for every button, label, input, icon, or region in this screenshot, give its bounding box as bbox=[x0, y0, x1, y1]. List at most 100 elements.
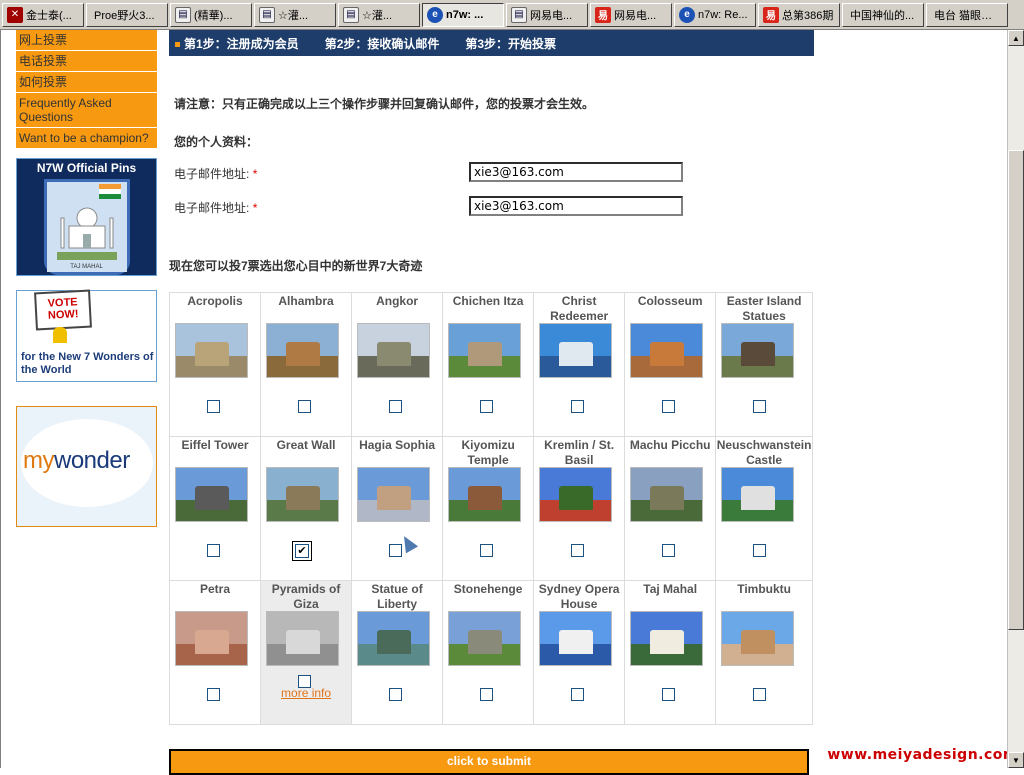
wonder-checkbox[interactable] bbox=[389, 400, 403, 413]
wonder-checkbox[interactable] bbox=[207, 400, 220, 413]
wonder-name: Christ Redeemer bbox=[550, 294, 609, 323]
taskbar-item[interactable]: e n7w: ... bbox=[422, 2, 504, 27]
wonder-photo[interactable] bbox=[539, 611, 613, 666]
wonder-cell: Statue of Liberty bbox=[351, 580, 444, 725]
menu-champion[interactable]: Want to be a champion? bbox=[16, 128, 157, 149]
wonder-checkbox[interactable] bbox=[207, 688, 220, 701]
wonder-checkbox[interactable] bbox=[571, 544, 585, 557]
wonder-photo[interactable] bbox=[630, 467, 704, 522]
wonder-photo[interactable] bbox=[448, 467, 522, 522]
document-icon: ▤ bbox=[343, 6, 359, 23]
wonder-cell: Great Wall ✔ bbox=[260, 436, 353, 581]
wonder-photo[interactable] bbox=[721, 323, 795, 378]
wonder-checkbox[interactable] bbox=[480, 400, 494, 413]
wonder-photo[interactable] bbox=[357, 611, 431, 666]
wonder-photo[interactable] bbox=[721, 467, 795, 522]
wonder-photo[interactable] bbox=[266, 323, 340, 378]
wonder-cell: Angkor bbox=[351, 292, 444, 437]
notice-text: 请注意：只有正确完成以上三个操作步骤并回复确认邮件，您的投票才会生效。 bbox=[174, 97, 595, 111]
menu-how-to-vote[interactable]: 如何投票 bbox=[16, 72, 157, 93]
taskbar-item[interactable]: Proe野火3... bbox=[86, 2, 168, 27]
wonder-photo[interactable] bbox=[266, 611, 340, 666]
wonder-checkbox[interactable] bbox=[571, 688, 585, 701]
wonder-checkbox[interactable] bbox=[298, 400, 312, 413]
wonder-photo[interactable] bbox=[357, 467, 431, 522]
mywonder-logo: mywonder bbox=[23, 447, 130, 474]
official-pins-banner[interactable]: N7W Official Pins TAJ MAHAL bbox=[16, 158, 157, 276]
step-2: 第2步：接收确认邮件 bbox=[324, 36, 440, 51]
person-icon bbox=[53, 327, 67, 343]
email-confirm-field[interactable] bbox=[469, 196, 683, 216]
wonder-checkbox[interactable] bbox=[571, 400, 585, 413]
wonder-photo[interactable] bbox=[357, 323, 431, 378]
wonder-photo[interactable] bbox=[630, 323, 704, 378]
wonder-name: Kremlin / St. Basil bbox=[544, 438, 615, 467]
wonder-photo[interactable] bbox=[448, 611, 522, 666]
wonder-checkbox[interactable] bbox=[662, 400, 676, 413]
wonder-checkbox[interactable] bbox=[389, 688, 403, 701]
vote-now-banner[interactable]: VOTE NOW! for the New 7 Wonders of the W… bbox=[16, 289, 157, 382]
wonder-photo[interactable] bbox=[175, 611, 248, 666]
wonder-photo[interactable] bbox=[448, 323, 522, 378]
wonder-photo[interactable] bbox=[721, 611, 795, 666]
step-1: 第1步：注册成为会员 bbox=[175, 35, 299, 52]
taskbar-item[interactable]: ▤ ☆灌... bbox=[254, 2, 336, 27]
wonder-checkbox[interactable] bbox=[662, 688, 676, 701]
email-confirm-label: 电子邮件地址: * bbox=[174, 201, 258, 215]
wonder-checkbox[interactable] bbox=[662, 544, 676, 557]
wonder-cell: Easter Island Statues bbox=[715, 292, 813, 437]
wonder-photo[interactable] bbox=[175, 467, 248, 522]
taskbar-item[interactable]: 中国神仙的... bbox=[842, 2, 924, 27]
taskbar-item[interactable]: ▤ (精華)... bbox=[170, 2, 252, 27]
wonder-name: Eiffel Tower bbox=[181, 438, 249, 452]
taskbar-item[interactable]: ✕ 金士泰(... bbox=[2, 2, 84, 27]
wonder-photo[interactable] bbox=[539, 467, 613, 522]
pins-caption: TAJ MAHAL bbox=[70, 264, 103, 270]
wonder-cell: Petra bbox=[168, 580, 262, 725]
wonder-photo[interactable] bbox=[630, 611, 704, 666]
wonder-photo[interactable] bbox=[539, 323, 613, 378]
vertical-scrollbar[interactable]: ▲ ▼ bbox=[1007, 30, 1024, 768]
taskbar-item[interactable]: 电台 猫眼宽频 bbox=[926, 2, 1008, 27]
pins-title: N7W Official Pins bbox=[36, 161, 137, 175]
wonder-cell: Acropolis bbox=[168, 292, 262, 437]
wonder-checkbox[interactable] bbox=[207, 544, 220, 557]
more-info-link[interactable]: more info bbox=[261, 686, 351, 700]
menu-faq[interactable]: Frequently Asked Questions bbox=[16, 93, 157, 128]
scroll-thumb[interactable] bbox=[1008, 150, 1024, 630]
wonder-name: Neuschwanstein Castle bbox=[716, 438, 812, 467]
menu-phone-vote[interactable]: 电话投票 bbox=[16, 51, 157, 72]
wonder-photo[interactable] bbox=[266, 467, 340, 522]
wonder-checkbox[interactable] bbox=[389, 544, 403, 557]
taskbar-item[interactable]: ▤ 网易电... bbox=[506, 2, 588, 27]
wonder-photo[interactable] bbox=[175, 323, 248, 378]
scroll-down-icon[interactable]: ▼ bbox=[1008, 752, 1024, 768]
taskbar-item[interactable]: e n7w: Re... bbox=[674, 2, 756, 27]
scroll-up-icon[interactable]: ▲ bbox=[1008, 30, 1024, 46]
wonder-checkbox[interactable] bbox=[480, 544, 494, 557]
wonder-cell: Hagia Sophia bbox=[351, 436, 444, 581]
submit-button[interactable]: click to submit bbox=[169, 749, 809, 775]
wonder-checkbox[interactable] bbox=[480, 688, 494, 701]
taskbar-item[interactable]: 易总第386期 bbox=[758, 2, 840, 27]
menu-online-vote[interactable]: 网上投票 bbox=[16, 30, 157, 51]
wonder-checkbox[interactable] bbox=[753, 688, 767, 701]
wonder-cell: Neuschwanstein Castle bbox=[715, 436, 813, 581]
document-icon: ▤ bbox=[511, 6, 527, 23]
wonder-checkbox[interactable]: ✔ bbox=[292, 541, 313, 561]
wonder-name: Hagia Sophia bbox=[359, 438, 436, 452]
wonder-checkbox[interactable] bbox=[753, 400, 767, 413]
taskbar-item-label: n7w: Re... bbox=[698, 8, 748, 21]
wonder-cell: Timbuktu bbox=[715, 580, 813, 725]
wonder-name: Chichen Itza bbox=[452, 294, 524, 308]
checkmark-icon: ✔ bbox=[295, 544, 310, 558]
wonder-checkbox[interactable] bbox=[753, 544, 767, 557]
taskbar-item[interactable]: 易网易电... bbox=[590, 2, 672, 27]
taskbar-item[interactable]: ▤ ☆灌... bbox=[338, 2, 420, 27]
taskbar-item-label: 网易电... bbox=[614, 9, 657, 22]
mywonder-banner[interactable]: mywonder bbox=[16, 406, 157, 527]
taskbar-item-label: n7w: ... bbox=[446, 8, 484, 21]
email-label: 电子邮件地址: * bbox=[174, 167, 258, 181]
email-field[interactable] bbox=[469, 162, 683, 182]
wonder-cell: Stonehenge bbox=[442, 580, 535, 725]
